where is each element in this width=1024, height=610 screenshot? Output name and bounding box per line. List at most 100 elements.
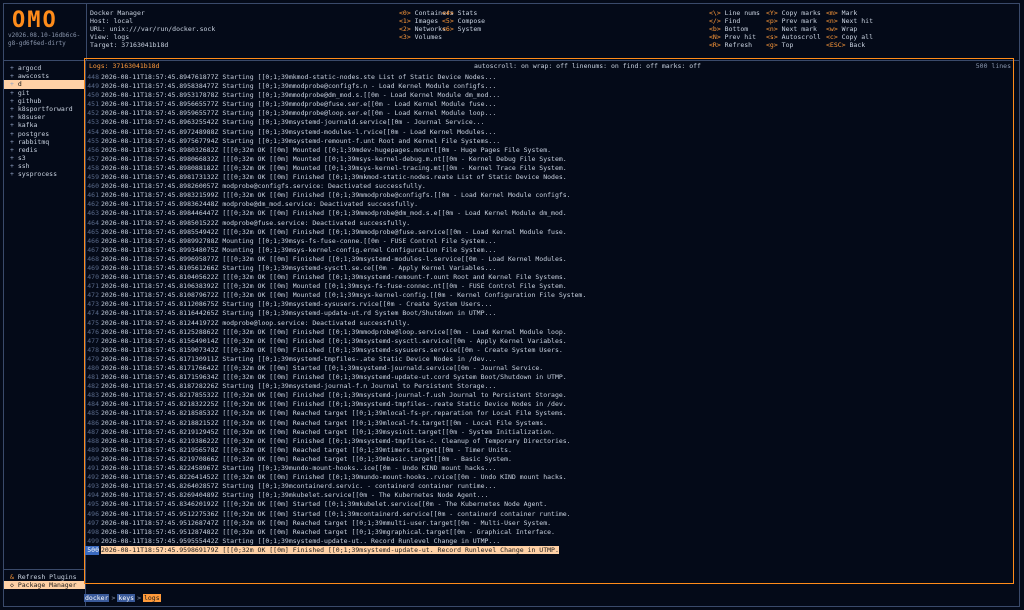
sidebar-item-redis[interactable]: + redis bbox=[4, 146, 85, 154]
log-line[interactable]: 491 2026-08-11T18:57:45.822458967Z Starti… bbox=[85, 464, 1011, 473]
log-line[interactable]: 461 2026-08-11T18:57:45.898321599Z [[[0;3… bbox=[85, 191, 1011, 200]
log-line[interactable]: 479 2026-08-11T18:57:45.817130911Z Starti… bbox=[85, 355, 1011, 364]
sidebar-item-rabbitmq[interactable]: + rabbitmq bbox=[4, 138, 85, 146]
log-line[interactable]: 468 2026-08-11T18:57:45.899695877Z [[[0;3… bbox=[85, 255, 1011, 264]
log-shortcut-item[interactable]: <g> Top bbox=[766, 41, 821, 49]
log-shortcut-item[interactable]: <b> Bottom bbox=[709, 25, 760, 33]
log-line[interactable]: 482 2026-08-11T18:57:45.818728226Z Starti… bbox=[85, 382, 1011, 391]
view-shortcut-item[interactable]: <5> Compose bbox=[442, 17, 485, 25]
log-line[interactable]: 478 2026-08-11T18:57:45.815907342Z [[[0;3… bbox=[85, 346, 1011, 355]
log-shortcut-item[interactable]: <w> Wrap bbox=[826, 25, 873, 33]
log-line[interactable]: 474 2026-08-11T18:57:45.811644265Z Starti… bbox=[85, 309, 1011, 318]
view-shortcut-item[interactable]: <6> System bbox=[442, 25, 485, 33]
line-number: 479 bbox=[87, 354, 99, 363]
breadcrumb-item-docker[interactable]: docker bbox=[84, 594, 110, 602]
log-line[interactable]: 450 2026-08-11T18:57:45.895317878Z Starti… bbox=[85, 91, 1011, 100]
log-shortcut-item[interactable]: <s> Autoscroll bbox=[766, 33, 821, 41]
shortcut-key: <3> bbox=[399, 33, 411, 41]
app-logo: OMO bbox=[10, 8, 74, 32]
log-line[interactable]: 480 2026-08-11T18:57:45.817176642Z [[[0;3… bbox=[85, 364, 1011, 373]
log-line[interactable]: 464 2026-08-11T18:57:45.898501522Z modpro… bbox=[85, 219, 1011, 228]
log-shortcut-item[interactable]: <n> Next mark bbox=[766, 25, 821, 33]
log-shortcut-item[interactable]: <c> Copy all bbox=[826, 33, 873, 41]
log-line[interactable]: 476 2026-08-11T18:57:45.812528862Z [[[0;3… bbox=[85, 328, 1011, 337]
log-line[interactable]: 456 2026-08-11T18:57:45.898032682Z [[[0;3… bbox=[85, 146, 1011, 155]
log-shortcut-item[interactable]: <m> Mark bbox=[826, 9, 873, 17]
log-line[interactable]: 452 2026-08-11T18:57:45.895965577Z Starti… bbox=[85, 109, 1011, 118]
log-shortcut-item[interactable]: <N> Prev hit bbox=[709, 33, 760, 41]
log-line[interactable]: 496 2026-08-11T18:57:45.951227536Z [[[0;3… bbox=[85, 510, 1011, 519]
log-line[interactable]: 449 2026-08-11T18:57:45.895838477Z Starti… bbox=[85, 82, 1011, 91]
view-shortcut-item[interactable]: <3> Volumes bbox=[399, 33, 454, 41]
breadcrumb-item-keys[interactable]: keys bbox=[117, 594, 136, 602]
log-line[interactable]: 493 2026-08-11T18:57:45.826402857Z Starti… bbox=[85, 482, 1011, 491]
log-line[interactable]: 486 2026-08-11T18:57:45.821882152Z [[[0;3… bbox=[85, 419, 1011, 428]
sidebar-item-kafka[interactable]: + kafka bbox=[4, 121, 85, 129]
log-line[interactable]: 472 2026-08-11T18:57:45.810879672Z [[[0;3… bbox=[85, 291, 1011, 300]
refresh-plugins-button[interactable]: & Refresh Plugins bbox=[4, 573, 85, 581]
log-shortcut-item[interactable]: <Y> Copy marks bbox=[766, 9, 821, 17]
log-line[interactable]: 469 2026-08-11T18:57:45.810561266Z Starti… bbox=[85, 264, 1011, 273]
log-line[interactable]: 459 2026-08-11T18:57:45.898173132Z [[[0;3… bbox=[85, 173, 1011, 182]
log-line[interactable]: 495 2026-08-11T18:57:45.834620192Z [[[0;3… bbox=[85, 500, 1011, 509]
log-shortcut-item[interactable]: </> Find bbox=[709, 17, 760, 25]
line-number: 451 bbox=[87, 100, 99, 109]
log-line[interactable]: 498 2026-08-11T18:57:45.951287482Z [[[0;3… bbox=[85, 528, 1011, 537]
log-line[interactable]: 484 2026-08-11T18:57:45.821832225Z [[[0;3… bbox=[85, 400, 1011, 409]
log-line[interactable]: 454 2026-08-11T18:57:45.897248988Z Starti… bbox=[85, 128, 1011, 137]
log-line[interactable]: 465 2026-08-11T18:57:45.898554942Z [[[0;3… bbox=[85, 228, 1011, 237]
sidebar-item-argocd[interactable]: + argocd bbox=[4, 64, 85, 72]
log-text: 2026-08-11T18:57:45.898173132Z [[[0;32m … bbox=[101, 173, 567, 182]
sidebar-item-sysprocess[interactable]: + sysprocess bbox=[4, 170, 85, 178]
log-viewer[interactable]: Logs: 37163041b18d autoscroll: on wrap: … bbox=[84, 58, 1014, 584]
log-shortcut-item[interactable]: <p> Prev mark bbox=[766, 17, 821, 25]
sidebar-item-label: github bbox=[17, 96, 42, 105]
log-line[interactable]: 492 2026-08-11T18:57:45.822641452Z [[[0;3… bbox=[85, 473, 1011, 482]
breadcrumb-item-logs[interactable]: logs bbox=[142, 594, 161, 602]
log-shortcut-item[interactable]: <R> Refresh bbox=[709, 41, 760, 49]
log-line[interactable]: 448 2026-08-11T18:57:45.894761877Z Starti… bbox=[85, 73, 1011, 82]
sidebar-item-git[interactable]: + git bbox=[4, 89, 85, 97]
log-line[interactable]: 470 2026-08-11T18:57:45.810405622Z [[[0;3… bbox=[85, 273, 1011, 282]
log-line[interactable]: 467 2026-08-11T18:57:45.899348075Z Mounti… bbox=[85, 246, 1011, 255]
sidebar-item-ssh[interactable]: + ssh bbox=[4, 162, 85, 170]
log-line[interactable]: 455 2026-08-11T18:57:45.897567794Z Starti… bbox=[85, 137, 1011, 146]
log-line[interactable]: 457 2026-08-11T18:57:45.898066832Z [[[0;3… bbox=[85, 155, 1011, 164]
log-line[interactable]: 453 2026-08-11T18:57:45.896325542Z Starti… bbox=[85, 118, 1011, 127]
log-line[interactable]: 460 2026-08-11T18:57:45.898260057Z modpro… bbox=[85, 182, 1011, 191]
view-shortcut-item[interactable]: <4> Stats bbox=[442, 9, 485, 17]
log-line[interactable]: 458 2026-08-11T18:57:45.898088182Z [[[0;3… bbox=[85, 164, 1011, 173]
log-line[interactable]: 490 2026-08-11T18:57:45.821970866Z [[[0;3… bbox=[85, 455, 1011, 464]
log-line[interactable]: 477 2026-08-11T18:57:45.815649014Z [[[0;3… bbox=[85, 337, 1011, 346]
log-line[interactable]: 489 2026-08-11T18:57:45.821956578Z [[[0;3… bbox=[85, 446, 1011, 455]
log-line[interactable]: 487 2026-08-11T18:57:45.821912945Z [[[0;3… bbox=[85, 428, 1011, 437]
log-line[interactable]: 462 2026-08-11T18:57:45.898362448Z modpro… bbox=[85, 200, 1011, 209]
log-line[interactable]: 451 2026-08-11T18:57:45.895665577Z Starti… bbox=[85, 100, 1011, 109]
sidebar-item-github[interactable]: + github bbox=[4, 97, 85, 105]
log-line[interactable]: 488 2026-08-11T18:57:45.821938622Z [[[0;3… bbox=[85, 437, 1011, 446]
line-number: 475 bbox=[87, 318, 99, 327]
sidebar-item-k8sportforward[interactable]: + k8sportforward bbox=[4, 105, 85, 113]
package-manager-button[interactable]: ◇ Package Manager bbox=[4, 581, 85, 590]
sidebar-item-d[interactable]: + d bbox=[4, 80, 85, 89]
log-shortcut-item[interactable]: <ESC> Back bbox=[826, 41, 873, 49]
sidebar-item-s3[interactable]: + s3 bbox=[4, 154, 85, 162]
log-line[interactable]: 481 2026-08-11T18:57:45.817159634Z [[[0;3… bbox=[85, 373, 1011, 382]
log-shortcut-item[interactable]: <n> Next hit bbox=[826, 17, 873, 25]
log-text: 2026-08-11T18:57:45.898501522Z modprobe@… bbox=[101, 218, 411, 227]
log-line[interactable]: 473 2026-08-11T18:57:45.811208675Z Starti… bbox=[85, 300, 1011, 309]
log-line[interactable]: 494 2026-08-11T18:57:45.826940489Z Starti… bbox=[85, 491, 1011, 500]
log-line[interactable]: 485 2026-08-11T18:57:45.821858532Z [[[0;3… bbox=[85, 409, 1011, 418]
log-line[interactable]: 466 2026-08-11T18:57:45.898992788Z Mounti… bbox=[85, 237, 1011, 246]
log-line[interactable]: 497 2026-08-11T18:57:45.951268747Z [[[0;3… bbox=[85, 519, 1011, 528]
sidebar-item-k8suser[interactable]: + k8suser bbox=[4, 113, 85, 121]
log-line[interactable]: 475 2026-08-11T18:57:45.812441972Z modpro… bbox=[85, 319, 1011, 328]
log-line[interactable]: 471 2026-08-11T18:57:45.810638392Z [[[0;3… bbox=[85, 282, 1011, 291]
sidebar-item-awscosts[interactable]: + awscosts bbox=[4, 72, 85, 80]
log-line[interactable]: 483 2026-08-11T18:57:45.821785532Z [[[0;3… bbox=[85, 391, 1011, 400]
log-shortcut-item[interactable]: <\> Line nums bbox=[709, 9, 760, 17]
sidebar-item-postgres[interactable]: + postgres bbox=[4, 130, 85, 138]
log-line[interactable]: 463 2026-08-11T18:57:45.898446447Z [[[0;3… bbox=[85, 209, 1011, 218]
log-line[interactable]: 499 2026-08-11T18:57:45.959555442Z Starti… bbox=[85, 537, 1011, 546]
log-line[interactable]: 500 2026-08-11T18:57:45.959869179Z [[[0;3… bbox=[85, 545, 1011, 555]
